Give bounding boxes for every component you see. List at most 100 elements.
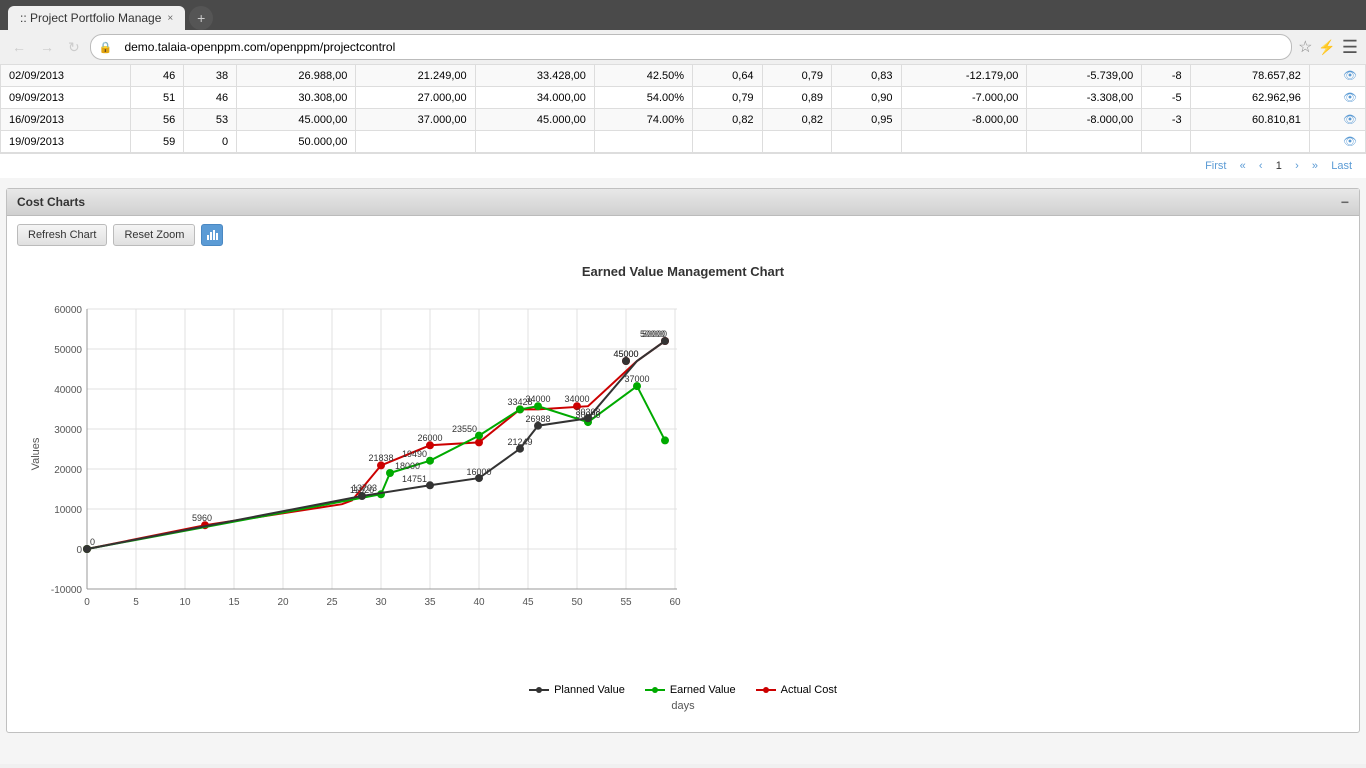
table-cell-2-6: 74.00% — [594, 109, 692, 131]
table-row: 19/09/201359050.000,00👁 — [1, 131, 1366, 153]
menu-icon[interactable]: ☰ — [1342, 37, 1358, 58]
svg-text:0: 0 — [84, 597, 90, 608]
table-cell-0-5: 33.428,00 — [475, 65, 594, 87]
new-tab-button[interactable]: + — [189, 6, 213, 30]
svg-text:11920: 11920 — [350, 485, 374, 495]
table-cell-3-5 — [475, 131, 594, 153]
table-cell-2-10: -8.000,00 — [901, 109, 1027, 131]
table-cell-0-0: 02/09/2013 — [1, 65, 131, 87]
reset-zoom-button[interactable]: Reset Zoom — [113, 224, 195, 246]
table-cell-0-6: 42.50% — [594, 65, 692, 87]
table-cell-2-eye: 👁 — [1309, 109, 1365, 131]
svg-text:10: 10 — [179, 597, 191, 608]
svg-text:45: 45 — [522, 597, 534, 608]
table-cell-3-2: 0 — [184, 131, 237, 153]
next-link[interactable]: › — [1295, 160, 1299, 172]
browser-chrome: :: Project Portfolio Manage × + — [0, 0, 1366, 30]
svg-text:5: 5 — [133, 597, 139, 608]
table-cell-1-3: 30.308,00 — [237, 87, 356, 109]
next-double-link[interactable]: » — [1312, 160, 1318, 172]
table-cell-1-13: 62.962,96 — [1190, 87, 1309, 109]
svg-text:60: 60 — [669, 597, 681, 608]
active-tab[interactable]: :: Project Portfolio Manage × — [8, 6, 185, 30]
table-cell-2-4: 37.000,00 — [356, 109, 475, 131]
eye-icon[interactable]: 👁 — [1343, 92, 1357, 104]
earned-point-3 — [426, 457, 434, 465]
svg-text:60000: 60000 — [54, 305, 82, 316]
tab-title: :: Project Portfolio Manage — [20, 11, 161, 25]
svg-text:30308: 30308 — [575, 407, 600, 417]
svg-text:18000: 18000 — [395, 461, 420, 471]
earned-legend-label: Earned Value — [670, 684, 736, 696]
section-title: Cost Charts — [17, 195, 85, 209]
extensions-icon: ⚡ — [1318, 39, 1335, 56]
refresh-chart-button[interactable]: Refresh Chart — [17, 224, 107, 246]
table-cell-3-11 — [1027, 131, 1142, 153]
svg-text:26988: 26988 — [525, 414, 550, 424]
table-cell-1-eye: 👁 — [1309, 87, 1365, 109]
table-row: 02/09/2013463826.988,0021.249,0033.428,0… — [1, 65, 1366, 87]
pagination: First « ‹ 1 › » Last — [0, 153, 1366, 178]
table-cell-0-10: -12.179,00 — [901, 65, 1027, 87]
first-page-link[interactable]: First — [1205, 160, 1226, 172]
eye-icon[interactable]: 👁 — [1343, 70, 1357, 82]
svg-text:37000: 37000 — [624, 374, 649, 384]
svg-text:10000: 10000 — [54, 505, 82, 516]
collapse-button[interactable]: − — [1341, 194, 1349, 210]
svg-text:34000: 34000 — [564, 394, 589, 404]
refresh-button[interactable]: ↻ — [64, 37, 84, 58]
table-cell-1-12: -5 — [1142, 87, 1190, 109]
forward-button[interactable]: → — [36, 37, 58, 57]
current-page: 1 — [1276, 160, 1282, 172]
chart-type-icon — [206, 229, 218, 241]
table-cell-1-8: 0,89 — [762, 87, 831, 109]
svg-text:19490: 19490 — [402, 449, 427, 459]
back-button[interactable]: ← — [8, 37, 30, 57]
planned-legend-icon — [529, 685, 549, 695]
table-cell-1-1: 51 — [131, 87, 184, 109]
table-section: 02/09/2013463826.988,0021.249,0033.428,0… — [0, 64, 1366, 153]
table-cell-0-13: 78.657,82 — [1190, 65, 1309, 87]
chart-icon-button[interactable] — [201, 224, 223, 246]
bookmark-icon[interactable]: ☆ — [1298, 37, 1312, 57]
svg-text:50: 50 — [571, 597, 583, 608]
table-cell-2-7: 0,82 — [693, 109, 762, 131]
svg-text:50000: 50000 — [54, 345, 82, 356]
table-cell-3-12 — [1142, 131, 1190, 153]
table-cell-0-11: -5.739,00 — [1027, 65, 1142, 87]
svg-text:45000: 45000 — [613, 349, 638, 359]
url-bar[interactable] — [116, 37, 1283, 57]
earned-legend-icon — [645, 685, 665, 695]
eye-icon[interactable]: 👁 — [1343, 114, 1357, 126]
table-cell-3-10 — [901, 131, 1027, 153]
svg-text:55: 55 — [620, 597, 632, 608]
table-cell-3-7 — [693, 131, 762, 153]
earned-point-9 — [661, 436, 669, 444]
table-cell-0-12: -8 — [1142, 65, 1190, 87]
table-row: 16/09/2013565345.000,0037.000,0045.000,0… — [1, 109, 1366, 131]
svg-text:20: 20 — [277, 597, 289, 608]
legend-planned: Planned Value — [529, 684, 625, 696]
table-cell-2-0: 16/09/2013 — [1, 109, 131, 131]
table-cell-1-4: 27.000,00 — [356, 87, 475, 109]
svg-text:-10000: -10000 — [51, 585, 83, 596]
table-cell-1-6: 54.00% — [594, 87, 692, 109]
prev-link[interactable]: ‹ — [1259, 160, 1263, 172]
eye-icon[interactable]: 👁 — [1343, 136, 1357, 148]
prev-double-link[interactable]: « — [1240, 160, 1246, 172]
table-cell-3-4 — [356, 131, 475, 153]
chart-area: .grid-line { stroke: #e0e0e0; stroke-wid… — [27, 289, 1339, 672]
chart-controls: Refresh Chart Reset Zoom — [7, 216, 1359, 254]
table-cell-2-12: -3 — [1142, 109, 1190, 131]
last-page-link[interactable]: Last — [1331, 160, 1352, 172]
chart-title: Earned Value Management Chart — [27, 264, 1339, 279]
svg-text:Values: Values — [30, 437, 42, 470]
table-cell-1-11: -3.308,00 — [1027, 87, 1142, 109]
table-cell-3-8 — [762, 131, 831, 153]
svg-text:0: 0 — [76, 545, 82, 556]
table-cell-0-3: 26.988,00 — [237, 65, 356, 87]
tab-close-button[interactable]: × — [167, 13, 173, 24]
planned-point-2 — [426, 481, 434, 489]
lock-icon: 🔒 — [99, 41, 113, 54]
table-cell-2-2: 53 — [184, 109, 237, 131]
